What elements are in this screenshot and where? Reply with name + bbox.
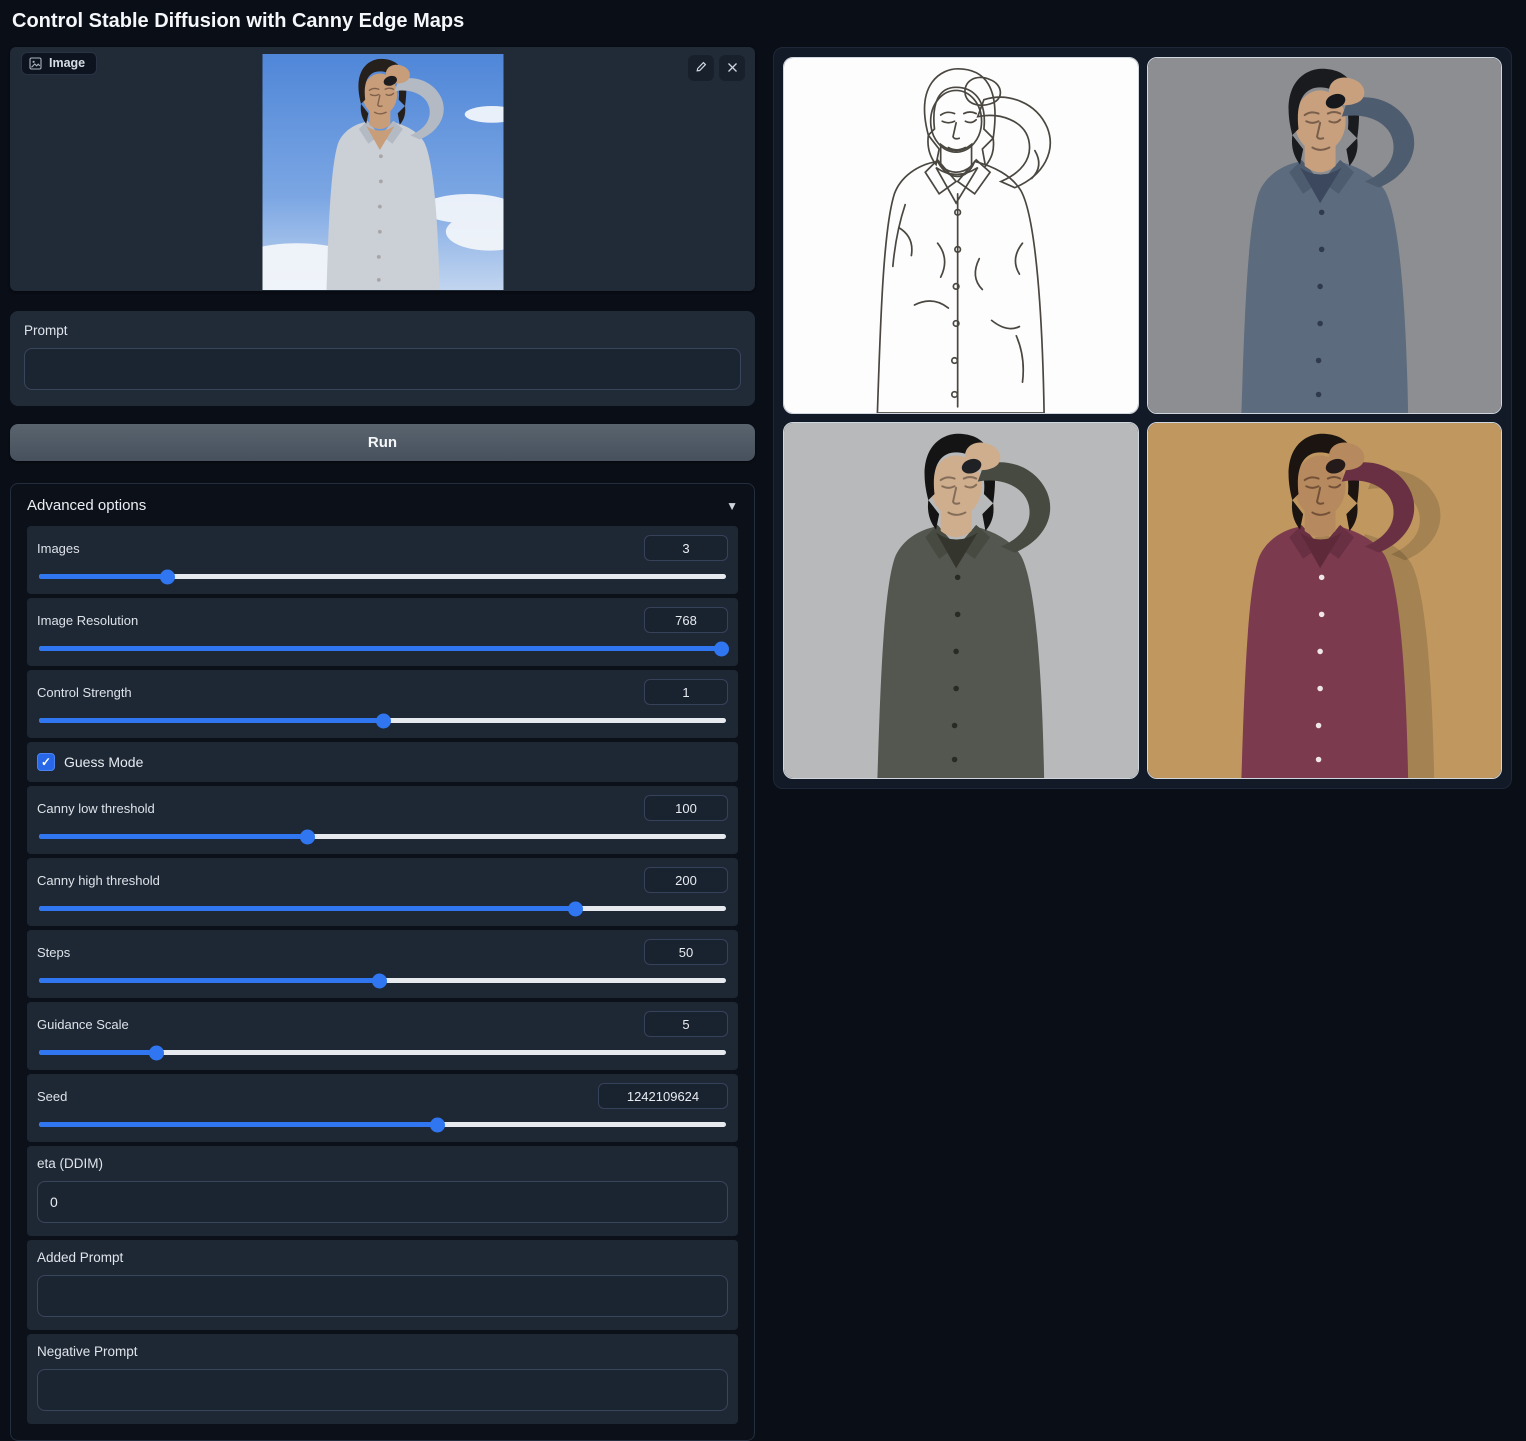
guess-mode-checkbox[interactable]: ✓ [37,753,55,771]
control-strength-value-input[interactable] [644,679,728,705]
image-actions [688,55,745,81]
prompt-label: Prompt [24,323,68,338]
generated-image-2 [784,423,1138,778]
edit-image-button[interactable] [688,55,714,81]
input-image-picture [262,54,503,290]
clear-image-button[interactable] [719,55,745,81]
main-layout: Image Prompt Run Advanced options ▼ Imag… [10,47,1512,1441]
seed-slider[interactable] [39,1122,726,1127]
input-image[interactable] [262,54,503,290]
canny-low-threshold-label: Canny low threshold [37,800,155,816]
negative-prompt-input[interactable] [37,1369,728,1411]
control-strength-slider-fill [39,718,383,723]
seed-slider-fill [39,1122,438,1127]
image-resolution-label: Image Resolution [37,612,139,628]
negative-prompt-label: Negative Prompt [37,1344,138,1359]
canny-high-threshold-label: Canny high threshold [37,872,160,888]
gallery-item-result-2[interactable] [783,422,1139,779]
run-button[interactable]: Run [10,424,755,461]
added-prompt-input[interactable] [37,1275,728,1317]
generated-image-1 [1147,58,1501,413]
eta-control: eta (DDIM) [27,1146,738,1236]
canny-high-threshold-control: Canny high threshold [27,858,738,926]
canny-low-threshold-slider-fill [39,834,307,839]
eta-label: eta (DDIM) [37,1156,104,1171]
guidance-scale-control: Guidance Scale [27,1002,738,1070]
guess-mode-control: ✓ Guess Mode [27,742,738,782]
images-slider-fill [39,574,168,579]
check-icon: ✓ [40,755,52,769]
advanced-options-header[interactable]: Advanced options ▼ [11,484,754,526]
images-slider[interactable] [39,574,726,579]
gallery-item-canny[interactable] [783,57,1139,414]
eta-input[interactable] [37,1181,728,1223]
advanced-options-title: Advanced options [27,497,147,514]
gallery-item-result-3[interactable] [1146,422,1502,779]
control-strength-slider[interactable] [39,718,726,723]
guess-mode-label: Guess Mode [64,754,144,770]
image-resolution-control: Image Resolution [27,598,738,666]
image-icon [29,56,42,70]
canny-edge-image [784,58,1138,413]
canny-high-threshold-slider[interactable] [39,906,726,911]
seed-control: Seed [27,1074,738,1142]
prompt-input[interactable] [24,348,741,390]
canny-low-threshold-value-input[interactable] [644,795,728,821]
steps-slider[interactable] [39,978,726,983]
output-gallery [773,47,1512,789]
added-prompt-control: Added Prompt [27,1240,738,1330]
images-value-input[interactable] [644,535,728,561]
seed-label: Seed [37,1088,68,1104]
control-strength-control: Control Strength [27,670,738,738]
image-resolution-slider-fill [39,646,722,651]
canny-low-threshold-slider[interactable] [39,834,726,839]
guidance-scale-slider-fill [39,1050,156,1055]
guidance-scale-slider[interactable] [39,1050,726,1055]
guidance-scale-label: Guidance Scale [37,1016,129,1032]
advanced-options-accordion: Advanced options ▼ Images Image Resoluti… [10,483,755,1441]
guidance-scale-value-input[interactable] [644,1011,728,1037]
canny-high-threshold-slider-fill [39,906,575,911]
steps-slider-fill [39,978,380,983]
advanced-options-body: Images Image Resolution [11,526,754,1440]
image-resolution-value-input[interactable] [644,607,728,633]
canny-low-threshold-control: Canny low threshold [27,786,738,854]
input-image-panel: Image [10,47,755,291]
seed-value-input[interactable] [598,1083,728,1109]
page-title: Control Stable Diffusion with Canny Edge… [12,10,465,32]
images-label: Images [37,540,80,556]
gallery-item-result-1[interactable] [1146,57,1502,414]
images-control: Images [27,526,738,594]
chevron-down-icon: ▼ [726,498,738,513]
steps-value-input[interactable] [644,939,728,965]
control-strength-label: Control Strength [37,684,132,700]
image-label-text: Image [49,56,86,70]
added-prompt-label: Added Prompt [37,1250,124,1265]
prompt-panel: Prompt [10,311,755,406]
negative-prompt-control: Negative Prompt [27,1334,738,1424]
generated-image-3 [1147,423,1501,778]
image-resolution-slider[interactable] [39,646,726,651]
canny-high-threshold-value-input[interactable] [644,867,728,893]
controls-column: Image Prompt Run Advanced options ▼ Imag… [10,47,755,1441]
results-column [773,47,1512,789]
x-icon [727,61,738,76]
steps-control: Steps [27,930,738,998]
image-label: Image [21,52,98,75]
steps-label: Steps [37,944,71,960]
pencil-icon [695,61,707,76]
